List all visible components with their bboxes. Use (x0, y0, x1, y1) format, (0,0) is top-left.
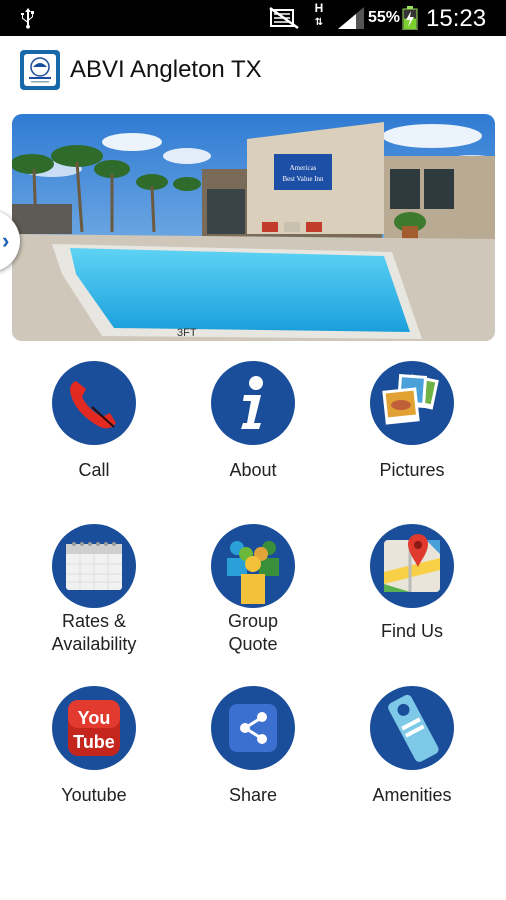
usb-icon (21, 8, 34, 29)
network-type-indicator: H ⇅ (314, 1, 324, 28)
menu-item-amenities[interactable]: Amenities (332, 686, 492, 836)
menu-item-label: About (229, 460, 277, 480)
menu-item-label: Share (228, 785, 278, 805)
svg-text:You: You (78, 708, 111, 728)
menu-item-rates[interactable]: Rates & Availability (14, 524, 174, 674)
menu-item-youtube[interactable]: You Tube Youtube (14, 686, 174, 836)
calendar-icon (52, 524, 136, 608)
menu-item-label: Amenities (372, 785, 452, 805)
svg-text:Tube: Tube (73, 732, 115, 752)
menu-item-label: Find Us (380, 621, 443, 641)
menu-item-label: Group Quote (227, 611, 279, 654)
youtube-icon: You Tube (52, 686, 136, 770)
chevron-right-icon: › (2, 228, 10, 253)
svg-text:3FT: 3FT (177, 327, 197, 339)
menu-item-about[interactable]: About (173, 361, 333, 511)
battery-charging-icon (402, 6, 418, 30)
app-title: ABVI Angleton TX (70, 56, 262, 83)
battery-percent: 55% (368, 9, 401, 26)
clock: 15:23 (426, 5, 487, 32)
info-icon (211, 361, 295, 445)
share-icon (211, 686, 295, 770)
menu-item-share[interactable]: Share (173, 686, 333, 836)
photos-icon (370, 361, 454, 445)
menu-item-group-quote[interactable]: Group Quote (173, 524, 333, 674)
menu-item-call[interactable]: Call (14, 361, 174, 511)
menu-item-label: Pictures (379, 460, 445, 480)
hero-image: Americas Best Value Inn 3FT (12, 114, 495, 341)
menu-item-label: Youtube (61, 785, 127, 805)
group-icon (211, 524, 295, 608)
hotel-logo-icon[interactable] (20, 50, 60, 90)
svg-text:Best Value Inn: Best Value Inn (282, 175, 324, 183)
menu-item-label: Call (78, 460, 110, 480)
status-bar: H ⇅ 55% 15:23 (0, 0, 506, 36)
menu-item-pictures[interactable]: Pictures (332, 361, 492, 511)
svg-text:Americas: Americas (290, 164, 317, 172)
map-icon (370, 524, 454, 608)
door-hanger-icon (370, 686, 454, 770)
phone-icon (52, 361, 136, 445)
signal-strength-icon (338, 7, 364, 29)
menu-item-label: Rates & Availability (51, 611, 137, 654)
no-sim-icon (269, 6, 299, 30)
menu-item-find-us[interactable]: Find Us (332, 524, 492, 674)
